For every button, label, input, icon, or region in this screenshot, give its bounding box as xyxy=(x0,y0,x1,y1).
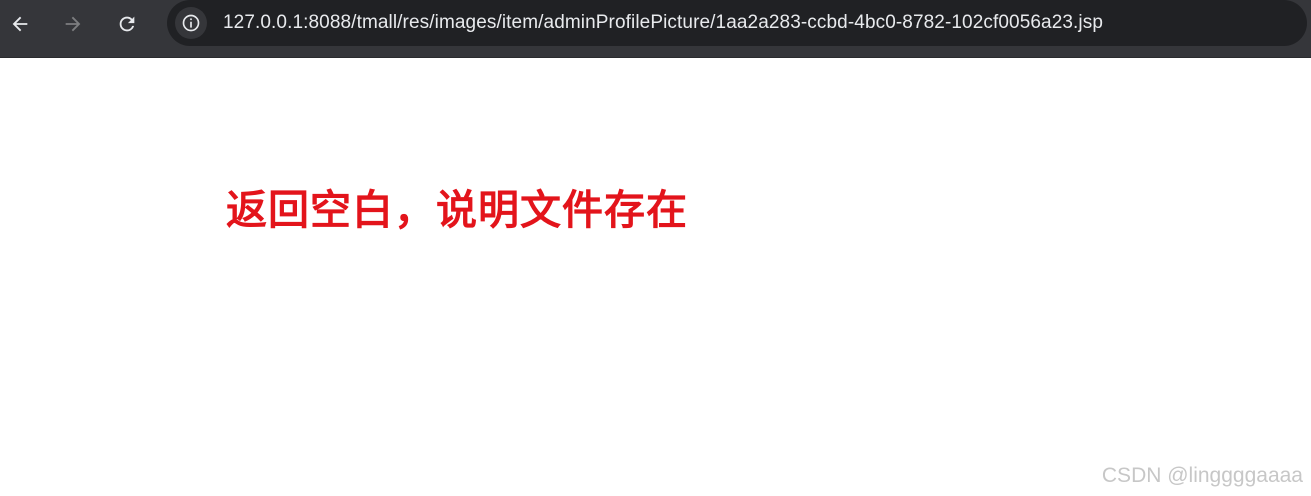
watermark: CSDN @linggggaaaa xyxy=(1101,464,1303,487)
url-text[interactable]: 127.0.0.1:8088/tmall/res/images/item/adm… xyxy=(223,0,1103,46)
address-bar[interactable]: 127.0.0.1:8088/tmall/res/images/item/adm… xyxy=(167,0,1307,46)
page-content: 返回空白，说明文件存在 CSDN @linggggaaaa xyxy=(0,58,1311,496)
browser-toolbar: 127.0.0.1:8088/tmall/res/images/item/adm… xyxy=(0,0,1311,58)
site-info-button[interactable] xyxy=(175,7,207,39)
forward-button[interactable] xyxy=(57,8,89,40)
annotation-text: 返回空白，说明文件存在 xyxy=(226,186,688,234)
arrow-left-icon xyxy=(12,16,28,32)
reload-icon xyxy=(119,16,135,32)
back-button[interactable] xyxy=(4,8,36,40)
url-host: 127.0.0.1 xyxy=(223,12,304,33)
reload-button[interactable] xyxy=(111,8,143,40)
info-icon xyxy=(182,14,200,32)
arrow-right-icon xyxy=(65,16,81,32)
url-path: :8088/tmall/res/images/item/adminProfile… xyxy=(303,12,1104,33)
